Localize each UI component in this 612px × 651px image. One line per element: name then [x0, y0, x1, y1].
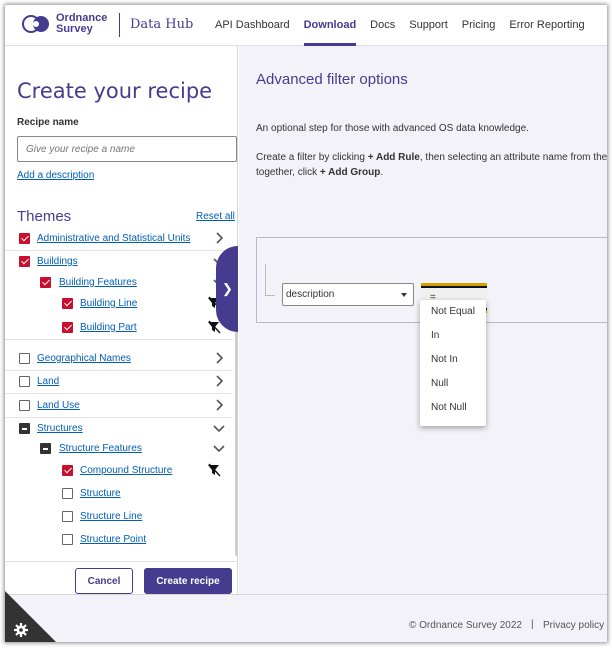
filter-icon[interactable]	[207, 463, 221, 477]
nav-error-reporting[interactable]: Error Reporting	[502, 5, 591, 46]
main-nav: API Dashboard Download Docs Support Pric…	[208, 5, 592, 46]
theme-row-administrative[interactable]: Administrative and Statistical Units	[5, 228, 233, 251]
theme-row-land[interactable]: Land	[5, 371, 233, 394]
logo-divider	[119, 13, 120, 37]
theme-row-building-line[interactable]: Building Line	[5, 293, 233, 316]
checkbox[interactable]	[19, 256, 30, 267]
create-recipe-button[interactable]: Create recipe	[144, 568, 232, 594]
checkbox[interactable]	[19, 233, 30, 244]
theme-row-structure[interactable]: Structure	[5, 483, 233, 506]
reset-all-link[interactable]: Reset all	[196, 211, 235, 222]
theme-label[interactable]: Administrative and Statistical Units	[37, 233, 190, 244]
theme-row-structure-features[interactable]: Structure Features	[5, 438, 233, 461]
checkbox[interactable]	[19, 353, 30, 364]
chevron-right-icon[interactable]	[211, 230, 227, 246]
checkbox[interactable]	[62, 488, 73, 499]
advanced-filter-title: Advanced filter options	[256, 71, 408, 88]
checkbox[interactable]	[19, 423, 30, 434]
nav-docs[interactable]: Docs	[363, 5, 402, 46]
chevron-down-icon[interactable]	[211, 440, 227, 456]
checkbox[interactable]	[62, 322, 73, 333]
themes-tree: Administrative and Statistical Units Bui…	[5, 228, 238, 560]
product-name[interactable]: Data Hub	[130, 17, 193, 32]
theme-label[interactable]: Structure	[80, 488, 121, 499]
checkbox[interactable]	[40, 443, 51, 454]
chevron-right-icon[interactable]	[211, 397, 227, 413]
recipe-panel: Create your recipe Recipe name Add a des…	[5, 46, 238, 594]
checkbox[interactable]	[62, 465, 73, 476]
checkbox[interactable]	[19, 376, 30, 387]
operator-option[interactable]: Null	[420, 372, 486, 396]
theme-label[interactable]: Building Part	[80, 322, 137, 333]
operator-option[interactable]: Not In	[420, 348, 486, 372]
theme-label[interactable]: Land Use	[37, 400, 80, 411]
recipe-name-input[interactable]	[17, 136, 237, 162]
theme-label[interactable]: Structure Line	[80, 511, 142, 522]
attribute-select[interactable]: description	[282, 283, 414, 306]
nav-api-dashboard[interactable]: API Dashboard	[208, 5, 297, 46]
nav-download[interactable]: Download	[297, 5, 364, 46]
theme-row-land-use[interactable]: Land Use	[5, 395, 233, 418]
theme-label[interactable]: Structure Point	[80, 534, 146, 545]
theme-row-structure-line[interactable]: Structure Line	[5, 506, 233, 529]
nav-pricing[interactable]: Pricing	[455, 5, 503, 46]
chevron-right-icon[interactable]	[211, 373, 227, 389]
chevron-right-icon[interactable]	[211, 350, 227, 366]
top-header: Ordnance Survey Data Hub API Dashboard D…	[5, 5, 607, 46]
recipe-name-label: Recipe name	[17, 117, 79, 128]
theme-label[interactable]: Compound Structure	[80, 465, 172, 476]
operator-option[interactable]: Not Null	[420, 396, 486, 420]
add-description-link[interactable]: Add a description	[17, 170, 94, 181]
theme-label[interactable]: Building Line	[80, 298, 137, 309]
theme-label[interactable]: Structure Features	[59, 443, 142, 454]
os-logo[interactable]: Ordnance Survey	[22, 12, 107, 36]
operator-option[interactable]: In	[420, 324, 486, 348]
privacy-policy-link[interactable]: Privacy policy	[543, 620, 604, 631]
checkbox[interactable]	[40, 277, 51, 288]
rule-connector	[265, 264, 275, 296]
page-footer: © Ordnance Survey 2022 | Privacy policy	[5, 594, 607, 642]
themes-heading: Themes	[17, 208, 72, 225]
checkbox[interactable]	[62, 534, 73, 545]
collapse-panel-toggle[interactable]: ❯	[216, 246, 238, 332]
theme-row-building-part[interactable]: Building Part	[5, 317, 233, 340]
theme-row-compound-structure[interactable]: Compound Structure	[5, 460, 233, 483]
chevron-right-icon: ❯	[222, 281, 233, 296]
footer-separator: |	[531, 619, 534, 630]
gear-icon[interactable]	[13, 622, 29, 638]
checkbox[interactable]	[62, 511, 73, 522]
theme-label[interactable]: Buildings	[37, 256, 78, 267]
operator-options-list: Not Equal In Not In Null Not Null	[420, 300, 486, 426]
checkbox[interactable]	[62, 298, 73, 309]
nav-support[interactable]: Support	[402, 5, 455, 46]
theme-label[interactable]: Geographical Names	[37, 353, 131, 364]
advanced-intro: An optional step for those with advanced…	[256, 123, 529, 134]
theme-label[interactable]: Structures	[37, 423, 83, 434]
theme-row-building-features[interactable]: Building Features	[5, 272, 233, 295]
advanced-instructions: Create a filter by clicking + Add Rule, …	[256, 152, 607, 178]
theme-row-structure-point[interactable]: Structure Point	[5, 529, 233, 552]
cancel-button[interactable]: Cancel	[75, 568, 133, 594]
caret-down-icon	[401, 293, 407, 297]
attribute-select-value: description	[286, 289, 335, 300]
chevron-down-icon[interactable]	[211, 420, 227, 436]
theme-label[interactable]: Building Features	[59, 277, 137, 288]
operator-option[interactable]: Not Equal	[420, 300, 486, 324]
recipe-title: Create your recipe	[17, 79, 213, 103]
theme-label[interactable]: Land	[37, 376, 59, 387]
recipe-actions: Cancel Create recipe	[5, 561, 238, 594]
checkbox[interactable]	[19, 400, 30, 411]
os-logo-icon	[22, 15, 49, 33]
copyright: © Ordnance Survey 2022	[409, 620, 522, 631]
theme-row-geographical-names[interactable]: Geographical Names	[5, 348, 233, 371]
theme-row-buildings[interactable]: Buildings	[5, 251, 233, 274]
app-window: Ordnance Survey Data Hub API Dashboard D…	[5, 5, 607, 642]
logo-line2: Survey	[56, 23, 93, 35]
